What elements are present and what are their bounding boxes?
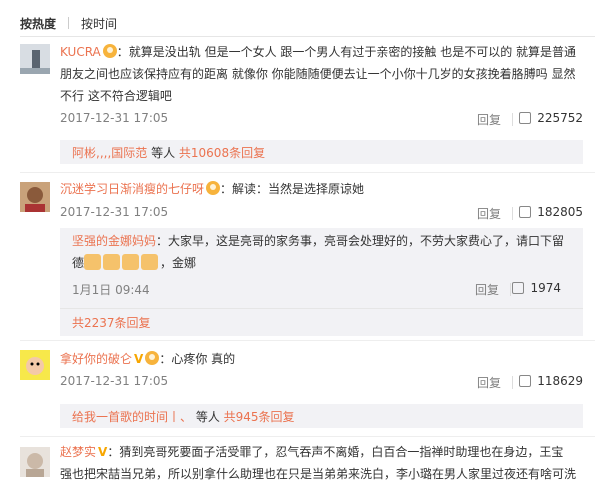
thumb-up-icon (519, 206, 532, 218)
comment-text: 赵梦实 V：猜到亮哥死要面子活受罪了，忍气吞声不离婚，白百合一指禅时助理也在身边，… (60, 441, 583, 463)
comment-item: 赵梦实 V：猜到亮哥死要面子活受罪了，忍气吞声不离婚，白百合一指禅时助理也在身边，… (20, 443, 595, 490)
comment-item: KUCRA ：就算是没出轨 但是一个女人 跟一个男人有过于亲密的接触 也是不可以的… (20, 44, 595, 172)
like-count: 1974 (530, 281, 561, 295)
like-button[interactable]: 182805 (519, 205, 583, 219)
reply-count-link[interactable]: 共10608条回复 (179, 146, 265, 160)
like-button[interactable]: 1974 (512, 281, 561, 295)
like-count: 118629 (537, 374, 583, 388)
tab-divider (68, 17, 70, 29)
meta-divider (512, 207, 513, 220)
verified-v-icon: V (134, 352, 144, 366)
reply-text: 坚强的金娜妈妈：大家早，这是亮哥的家务事，亮哥会处理好的，不劳大家费心了，请口下… (72, 234, 565, 248)
comment-text-line: 朋友之间也应该保持应有的距离 就像你 你能随随便便去让一个小你十几岁的女孩挽着胳… (60, 67, 576, 81)
reply-button[interactable]: 回复 (477, 374, 501, 391)
username-link[interactable]: 拿好你的破仑 (60, 352, 132, 366)
like-button[interactable]: 118629 (519, 374, 583, 388)
divider (20, 436, 595, 437)
username-link[interactable]: 赵梦实 (60, 445, 96, 459)
pray-emoji-icon (122, 254, 140, 270)
comment-meta: 2017-12-31 17:05 回复 225752 (60, 111, 583, 129)
like-count: 182805 (537, 205, 583, 219)
avatar[interactable] (20, 182, 50, 212)
vip-badge-icon (206, 181, 221, 195)
reply-users-link[interactable]: 给我一首歌的时间丨、 (72, 410, 192, 424)
reply-button[interactable]: 回复 (477, 205, 501, 222)
timestamp: 2017-12-31 17:05 (60, 374, 169, 388)
comment-item: 沉迷学习日渐消瘦的七仔呀 ：解读：当然是选择原谅她 2017-12-31 17:0… (20, 180, 595, 340)
avatar[interactable] (20, 447, 50, 477)
meta-divider (512, 376, 513, 389)
comment-item: 拿好你的破仑 V ：心疼你 真的 2017-12-31 17:05 回复 11862… (20, 348, 595, 432)
pray-emoji-icon (103, 254, 121, 270)
meta-divider (510, 283, 511, 296)
pray-emoji-icon (84, 254, 102, 270)
reply-summary-box: 给我一首歌的时间丨、 等人 共945条回复 (60, 404, 583, 428)
vip-badge-icon (145, 351, 160, 365)
comment-meta: 2017-12-31 17:05 回复 182805 (60, 205, 583, 223)
username-link[interactable]: KUCRA (60, 45, 101, 59)
comment-text-line: 强也把宋喆当兄弟，所以别拿什么助理也在只是当弟弟来洗白，李小璐在男人家里过夜还有… (60, 467, 577, 481)
timestamp: 1月1日 09:44 (72, 283, 150, 297)
meta-divider (512, 113, 513, 126)
divider (20, 36, 595, 37)
username-link[interactable]: 沉迷学习日渐消瘦的七仔呀 (60, 182, 204, 196)
thumb-up-icon (519, 375, 532, 387)
reply-username-link[interactable]: 坚强的金娜妈妈 (72, 234, 156, 248)
thumb-up-icon (512, 282, 525, 294)
reply-summary-text: 等人 (192, 410, 224, 424)
like-button[interactable]: 225752 (519, 111, 583, 125)
timestamp: 2017-12-31 17:05 (60, 111, 169, 125)
avatar[interactable] (20, 44, 50, 74)
reply-meta: 1月1日 09:44 回复 1974 (72, 281, 571, 299)
comment-text: 沉迷学习日渐消瘦的七仔呀 ：解读：当然是选择原谅她 (60, 181, 365, 196)
timestamp: 2017-12-31 17:05 (60, 205, 169, 219)
reply-button[interactable]: 回复 (477, 111, 501, 128)
reply-count-link[interactable]: 共2237条回复 (72, 316, 151, 330)
reply-button[interactable]: 回复 (475, 281, 499, 298)
verified-v-icon: V (98, 445, 108, 459)
comment-text: 拿好你的破仑 V ：心疼你 真的 (60, 348, 583, 370)
divider (20, 340, 595, 341)
tab-time[interactable]: 按时间 (81, 15, 117, 32)
reply-box: 坚强的金娜妈妈：大家早，这是亮哥的家务事，亮哥会处理好的，不劳大家费心了，请口下… (60, 228, 583, 336)
pray-emoji-icon (141, 254, 159, 270)
reply-users-link[interactable]: 阿彬,,,,国际范 (72, 146, 147, 160)
avatar[interactable] (20, 350, 50, 380)
comment-text-line: 不行 这不符合逻辑吧 (60, 89, 172, 103)
sort-tabs: 按热度 按时间 (20, 14, 117, 32)
reply-summary-box: 阿彬,,,,国际范 等人 共10608条回复 (60, 140, 583, 164)
tab-hot[interactable]: 按热度 (20, 15, 56, 32)
divider (20, 172, 595, 173)
vip-badge-icon (102, 44, 117, 58)
comment-text: KUCRA ：就算是没出轨 但是一个女人 跟一个男人有过于亲密的接触 也是不可以的… (60, 44, 577, 59)
comment-meta: 2017-12-31 17:05 回复 118629 (60, 374, 583, 392)
divider (60, 308, 583, 309)
reply-count-link[interactable]: 共945条回复 (224, 410, 295, 424)
like-count: 225752 (537, 111, 583, 125)
thumb-up-icon (519, 112, 532, 124)
reply-text-line: 德，金娜 (72, 254, 197, 270)
reply-summary-text: 等人 (147, 146, 179, 160)
